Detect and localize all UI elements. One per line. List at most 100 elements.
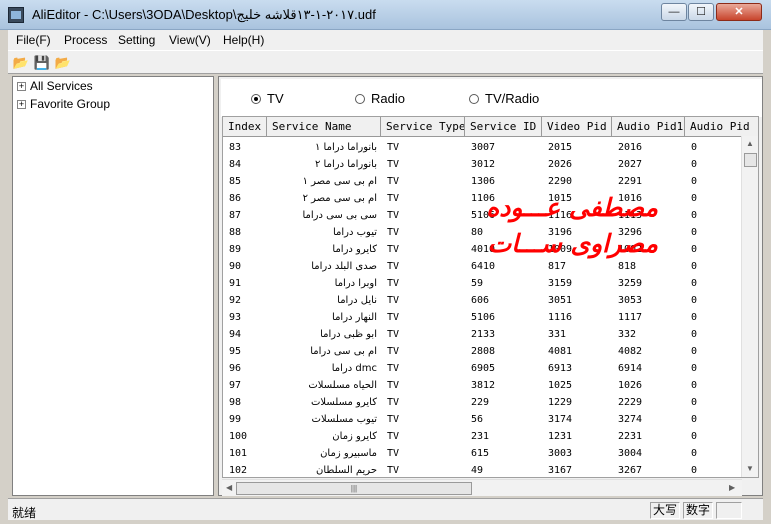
cell-service-type: TV — [387, 312, 400, 323]
horizontal-scroll-thumb[interactable]: ||| — [236, 482, 472, 495]
cell-service-name: حريم السلطان — [316, 465, 377, 476]
column-header-service-type[interactable]: Service Type — [381, 117, 465, 137]
cell-audio-pid1: 2291 — [618, 176, 643, 187]
cell-service-type: TV — [387, 159, 400, 170]
column-header-audio-pid1[interactable]: Audio Pid1 — [612, 117, 685, 137]
cell-index: 100 — [229, 431, 248, 442]
cell-index: 91 — [229, 278, 242, 289]
table-row[interactable]: 101 ماسبيرو زمان TV 615 3003 3004 0 — [223, 445, 743, 462]
cell-service-name: تيوب مسلسلات — [311, 414, 377, 425]
table-row[interactable]: 102 حريم السلطان TV 49 3167 3267 0 — [223, 462, 743, 477]
cell-service-type: TV — [387, 346, 400, 357]
cell-video-pid: 1116 — [548, 312, 573, 323]
scroll-left-icon[interactable]: ◀ — [226, 483, 232, 492]
toolbar: 📂 💾 📂 — [8, 50, 763, 74]
table-row[interactable]: 99 تيوب مسلسلات TV 56 3174 3274 0 — [223, 411, 743, 428]
cell-index: 87 — [229, 210, 242, 221]
menu-help[interactable]: Help(H) — [223, 33, 264, 47]
cell-index: 88 — [229, 227, 242, 238]
cell-service-name: ماسبيرو زمان — [320, 448, 377, 459]
table-row[interactable]: 83 بانوراما دراما ١ TV 3007 2015 2016 0 — [223, 139, 743, 156]
cell-service-type: TV — [387, 380, 400, 391]
cell-index: 85 — [229, 176, 242, 187]
cell-service-id: 229 — [471, 397, 490, 408]
cell-audio-pid2: 0 — [691, 159, 698, 170]
tree-item-all-services[interactable]: + All Services — [17, 79, 93, 97]
table-row[interactable]: 91 اوبرا دراما TV 59 3159 3259 0 — [223, 275, 743, 292]
cell-service-type: TV — [387, 431, 400, 442]
table-row[interactable]: 92 نايل دراما TV 606 3051 3053 0 — [223, 292, 743, 309]
cell-audio-pid1: 332 — [618, 329, 637, 340]
service-tree[interactable]: + All Services + Favorite Group — [12, 76, 214, 496]
radio-checked-icon — [251, 94, 261, 104]
table-row[interactable]: 84 بانوراما دراما ٢ TV 3012 2026 2027 0 — [223, 156, 743, 173]
vertical-scroll-thumb[interactable] — [744, 153, 757, 167]
radio-tv[interactable]: TV — [251, 91, 284, 106]
cell-audio-pid2: 0 — [691, 397, 698, 408]
table-row[interactable]: 95 ام بى سى دراما TV 2808 4081 4082 0 — [223, 343, 743, 360]
column-header-audio-pid2[interactable]: Audio Pid — [685, 117, 758, 137]
open-folder-icon[interactable]: 📂 — [54, 54, 72, 71]
radio-tv-radio[interactable]: TV/Radio — [469, 91, 539, 106]
cell-index: 102 — [229, 465, 248, 476]
cell-audio-pid1: 1117 — [618, 312, 643, 323]
close-button[interactable]: ✕ — [716, 3, 762, 21]
table-row[interactable]: 100 كايرو زمان TV 231 1231 2231 0 — [223, 428, 743, 445]
scroll-up-icon[interactable]: ▲ — [746, 139, 754, 148]
cell-service-name: dmc دراما — [331, 363, 377, 374]
open-folder-icon[interactable]: 📂 — [12, 54, 30, 71]
table-row[interactable]: 85 ام بى سى مصر ١ TV 1306 2290 2291 0 — [223, 173, 743, 190]
expand-icon[interactable]: + — [17, 100, 26, 110]
cell-service-name: سى بى سى دراما — [302, 210, 377, 221]
cell-service-id: 6905 — [471, 363, 496, 374]
scroll-down-icon[interactable]: ▼ — [746, 464, 754, 473]
menu-setting[interactable]: Setting — [118, 33, 155, 47]
scroll-right-icon[interactable]: ▶ — [729, 483, 735, 492]
cell-audio-pid1: 3274 — [618, 414, 643, 425]
table-row[interactable]: 96 dmc دراما TV 6905 6913 6914 0 — [223, 360, 743, 377]
cell-video-pid: 3159 — [548, 278, 573, 289]
cell-audio-pid1: 2027 — [618, 159, 643, 170]
table-row[interactable]: 97 الحياه مسلسلات TV 3812 1025 1026 0 — [223, 377, 743, 394]
save-icon[interactable]: 💾 — [33, 54, 51, 71]
cell-service-name: نايل دراما — [337, 295, 377, 306]
menu-process[interactable]: Process — [64, 33, 107, 47]
radio-unchecked-icon — [469, 94, 479, 104]
cell-audio-pid2: 0 — [691, 244, 698, 255]
cell-service-id: 615 — [471, 448, 490, 459]
watermark-text: مصطفى عـــوده مصراوى ســـات — [428, 190, 658, 262]
cell-audio-pid2: 0 — [691, 380, 698, 391]
minimize-button[interactable]: — — [661, 3, 687, 21]
cell-service-name: اوبرا دراما — [334, 278, 377, 289]
table-header: Index Service Name Service Type Service … — [223, 117, 758, 137]
vertical-scrollbar[interactable]: ▲ ▼ — [741, 136, 758, 477]
menu-view[interactable]: View(V) — [169, 33, 211, 47]
horizontal-scrollbar[interactable]: ◀ ||| ▶ — [222, 479, 742, 496]
column-header-video-pid[interactable]: Video Pid — [542, 117, 612, 137]
cell-service-id: 3012 — [471, 159, 496, 170]
table-row[interactable]: 93 النهار دراما TV 5106 1116 1117 0 — [223, 309, 743, 326]
cell-service-type: TV — [387, 414, 400, 425]
services-table: Index Service Name Service Type Service … — [222, 116, 759, 478]
status-text: 就绪 — [12, 506, 37, 520]
app-icon[interactable] — [8, 7, 24, 23]
cell-index: 101 — [229, 448, 248, 459]
menu-file[interactable]: File(F) — [16, 33, 51, 47]
column-header-service-name[interactable]: Service Name — [267, 117, 381, 137]
column-header-service-id[interactable]: Service ID — [465, 117, 542, 137]
num-indicator: 数字 — [683, 502, 713, 519]
radio-radio[interactable]: Radio — [355, 91, 405, 106]
menu-bar: File(F) Process Setting View(V) Help(H) — [8, 30, 763, 50]
maximize-button[interactable]: ☐ — [688, 3, 714, 21]
column-header-index[interactable]: Index — [223, 117, 267, 137]
tree-item-favorite-group[interactable]: + Favorite Group — [17, 97, 110, 115]
radio-unchecked-icon — [355, 94, 365, 104]
radio-label: Radio — [371, 91, 405, 106]
table-row[interactable]: 98 كايرو مسلسلات TV 229 1229 2229 0 — [223, 394, 743, 411]
expand-icon[interactable]: + — [17, 82, 26, 92]
table-row[interactable]: 94 ابو ظبى دراما TV 2133 331 332 0 — [223, 326, 743, 343]
cell-index: 98 — [229, 397, 242, 408]
cell-service-type: TV — [387, 329, 400, 340]
cell-video-pid: 4081 — [548, 346, 573, 357]
cell-service-name: كايرو زمان — [332, 431, 377, 442]
